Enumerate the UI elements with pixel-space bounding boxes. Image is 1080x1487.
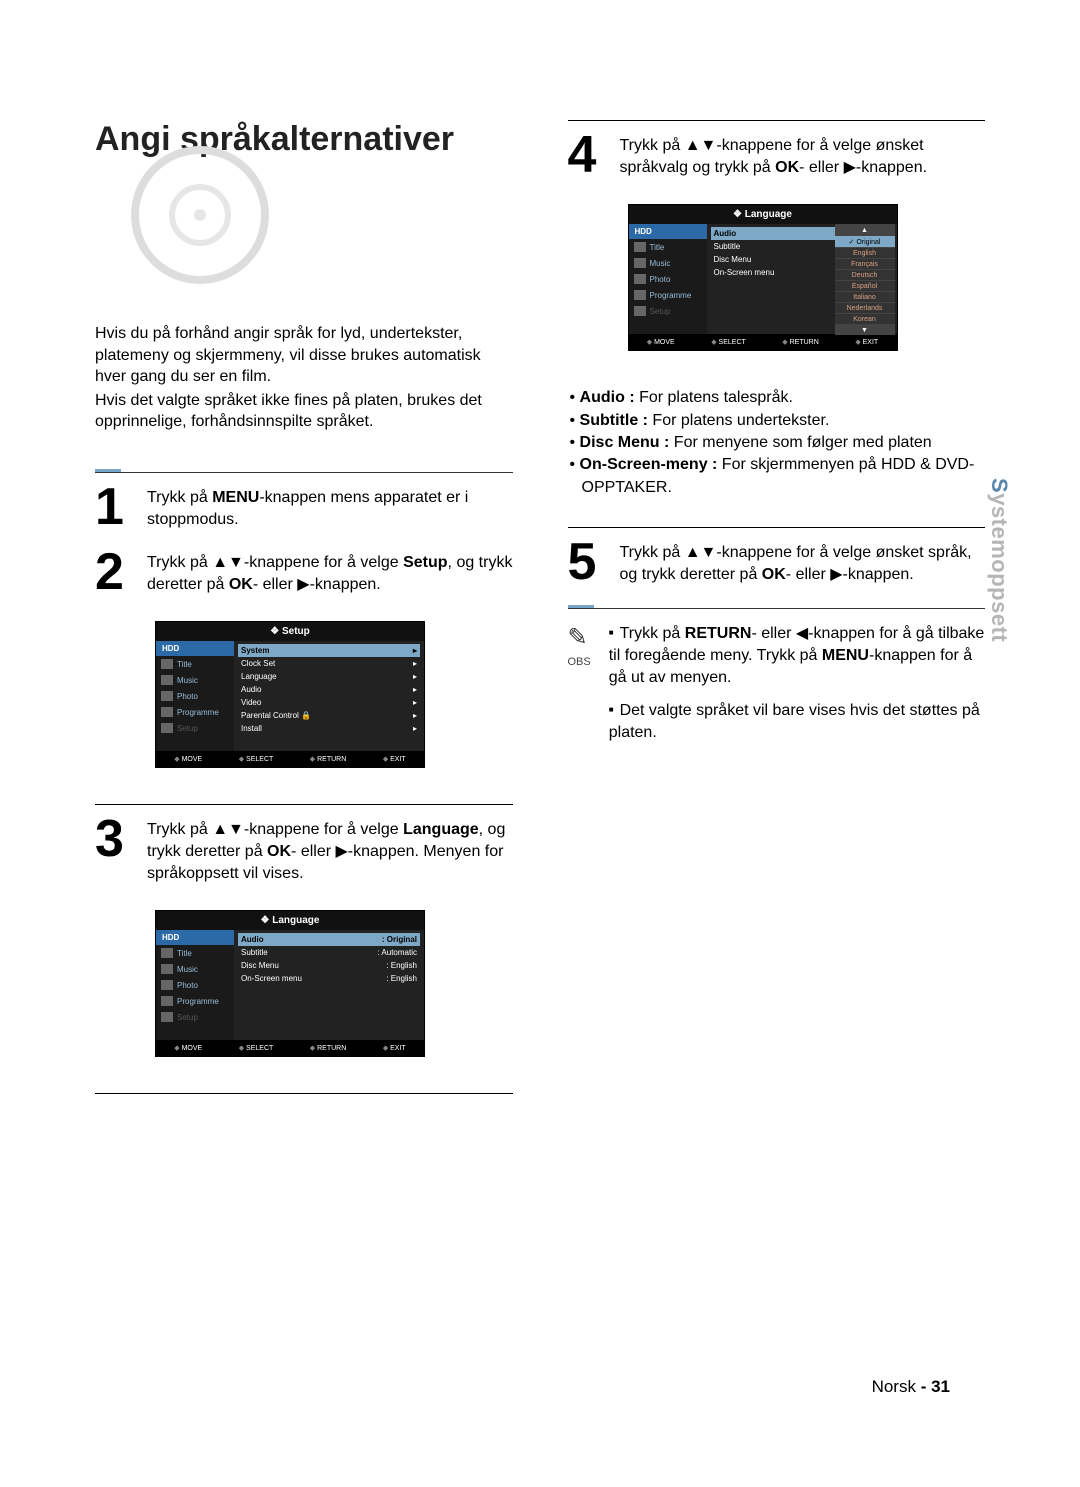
osd-title: ❖ Language [629, 205, 897, 224]
right-column: 4 Trykk på ▲▼-knappene for å velge ønske… [568, 120, 986, 1100]
section-tab: Systemoppsett [986, 478, 1012, 642]
osd-language-dropdown-screenshot: ❖ Language HDD Title Music Photo Program… [628, 204, 898, 351]
page-columns: Angi språkalternativer Hvis du på forhån… [95, 120, 985, 1100]
divider [568, 527, 986, 528]
note-icon: ✎ [568, 623, 591, 652]
divider [568, 608, 986, 609]
step-number: 1 [95, 485, 137, 530]
step-number: 4 [568, 133, 610, 178]
osd-title: ❖ Setup [156, 622, 424, 641]
disc-graphic [95, 165, 513, 285]
step-number: 5 [568, 540, 610, 585]
language-dropdown: ▲ ✓ Original English Français Deutsch Es… [835, 224, 895, 335]
divider [95, 472, 513, 473]
step-5: 5 Trykk på ▲▼-knappene for å velge ønske… [568, 540, 986, 585]
osd-setup-screenshot: ❖ Setup HDD Title Music Photo Programme … [155, 621, 425, 768]
definitions-list: Audio : For platens talespråk. Subtitle … [570, 387, 986, 499]
osd-title: ❖ Language [156, 911, 424, 930]
osd-nav: HDD Title Music Photo Programme Setup [629, 224, 707, 334]
page-footer: Norsk - 31 [872, 1377, 950, 1397]
step-number: 2 [95, 550, 137, 595]
osd-nav: HDD Title Music Photo Programme Setup [156, 930, 234, 1040]
osd-footer: MOVE SELECT RETURN EXIT [156, 1040, 424, 1056]
step-1: 1 Trykk på MENU-knappen mens apparatet e… [95, 485, 513, 530]
osd-footer: MOVE SELECT RETURN EXIT [629, 334, 897, 350]
disc-icon [115, 145, 285, 295]
obs-label: OBS [568, 656, 591, 668]
osd-language-screenshot: ❖ Language HDD Title Music Photo Program… [155, 910, 425, 1057]
step-3: 3 Trykk på ▲▼-knappene for å velge Langu… [95, 817, 513, 884]
divider [95, 804, 513, 805]
osd-main: Audio Subtitle Disc Menu On-Screen menu … [707, 224, 897, 334]
osd-footer: MOVE SELECT RETURN EXIT [156, 751, 424, 767]
obs-note: ✎ OBS ■Trykk på RETURN- eller ◀-knappen … [568, 623, 986, 743]
intro-text: Hvis du på forhånd angir språk for lyd, … [95, 323, 513, 433]
divider [568, 120, 986, 121]
step-number: 3 [95, 817, 137, 884]
divider [95, 1093, 513, 1094]
left-column: Angi språkalternativer Hvis du på forhån… [95, 120, 513, 1100]
osd-main: System▸ Clock Set▸ Language▸ Audio▸ Vide… [234, 641, 424, 751]
osd-nav: HDD Title Music Photo Programme Setup [156, 641, 234, 751]
step-4: 4 Trykk på ▲▼-knappene for å velge ønske… [568, 133, 986, 178]
step-2: 2 Trykk på ▲▼-knappene for å velge Setup… [95, 550, 513, 595]
osd-main: Audio: Original Subtitle: Automatic Disc… [234, 930, 424, 1040]
